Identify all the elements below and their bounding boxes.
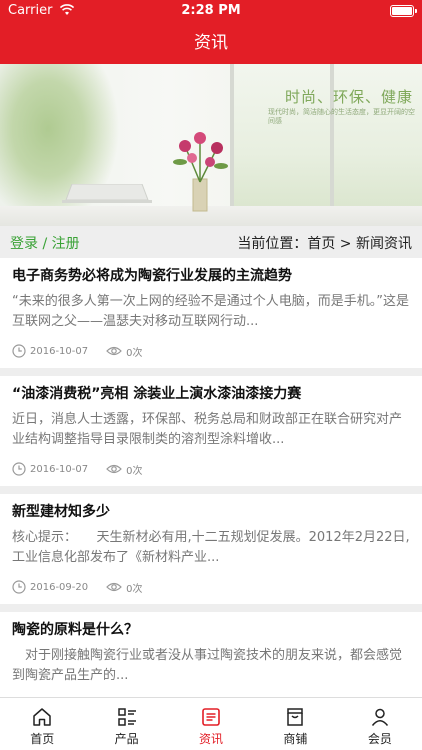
news-date: 2016-10-07: [30, 463, 89, 475]
tab-products[interactable]: 产品: [84, 698, 168, 750]
news-summary: 近日，消息人士透露，环保部、税务总局和财政部正在联合研究对产业结构调整指导目录限…: [12, 412, 403, 447]
tab-home[interactable]: 首页: [0, 698, 84, 750]
news-summary: 对于刚接触陶瓷行业或者没从事过陶瓷技术的朋友来说，都会感觉到陶瓷产品生产的...: [12, 648, 403, 683]
tab-label: 首页: [30, 732, 55, 746]
news-meta: 2016-10-07 0次: [12, 344, 143, 359]
tab-label: 产品: [114, 732, 139, 746]
clock-icon: [12, 344, 26, 358]
tab-member[interactable]: 会员: [338, 698, 422, 750]
login-register-link[interactable]: 登录 / 注册: [10, 233, 80, 253]
news-views: 0次: [126, 583, 143, 595]
grid-list-icon: [117, 708, 136, 726]
news-title: 电子商务势必将成为陶瓷行业发展的主流趋势: [12, 268, 292, 284]
breadcrumb-bar: 登录 / 注册 当前位置：首页 > 新闻资讯: [0, 226, 422, 258]
tab-label: 会员: [367, 732, 392, 746]
news-views: 0次: [126, 347, 143, 359]
news-title: “油漆消费税”亮相 涂装业上演水漆油漆接力赛: [12, 386, 302, 402]
tab-label: 商铺: [283, 732, 308, 746]
laptop-icon: [62, 184, 152, 203]
page-title: 资讯: [0, 22, 422, 64]
store-icon: [287, 708, 304, 726]
breadcrumb: 当前位置：首页 > 新闻资讯: [237, 236, 412, 252]
clock-icon: [12, 580, 26, 594]
news-item[interactable]: 新型建材知多少 核心提示： 天生新材必有用,十二五规划促发展。2012年2月22…: [0, 494, 422, 604]
eye-icon: [106, 582, 122, 592]
status-bar: Carrier 2:28 PM: [0, 0, 422, 22]
banner-headline: 时尚、环保、健康: [285, 88, 414, 106]
news-summary: 核心提示： 天生新材必有用,十二五规划促发展。2012年2月22日,工业信息化部…: [12, 530, 410, 565]
news-item[interactable]: “油漆消费税”亮相 涂装业上演水漆油漆接力赛 近日，消息人士透露，环保部、税务总…: [0, 376, 422, 486]
news-date: 2016-09-20: [30, 581, 89, 593]
user-icon: [371, 708, 388, 726]
eye-icon: [106, 464, 122, 474]
eye-icon: [106, 346, 122, 356]
news-views: 0次: [126, 465, 143, 477]
tab-label: 资讯: [199, 732, 224, 746]
news-date: 2016-10-07: [30, 345, 89, 357]
news-title: 新型建材知多少: [12, 504, 110, 520]
news-title: 陶瓷的原料是什么？: [12, 622, 138, 638]
banner-subline: 现代时尚，简洁随心的生活态度，更显开阔的空间感: [268, 108, 415, 125]
news-meta: 2016-10-07 0次: [12, 462, 143, 477]
news-item[interactable]: 电子商务势必将成为陶瓷行业发展的主流趋势 “未来的很多人第一次上网的经验不是通过…: [0, 258, 422, 368]
tab-store[interactable]: 商铺: [253, 698, 337, 750]
clock-icon: [12, 462, 26, 476]
tab-bar: 首页 产品 资讯 商铺 会员: [0, 697, 422, 750]
tab-news[interactable]: 资讯: [169, 698, 253, 750]
flower-vase-icon: [173, 132, 228, 212]
news-summary: “未来的很多人第一次上网的经验不是通过个人电脑，而是手机。”这是互联网之父——温…: [12, 294, 409, 329]
news-list: 电子商务势必将成为陶瓷行业发展的主流趋势 “未来的很多人第一次上网的经验不是通过…: [0, 258, 422, 730]
news-icon: [202, 708, 220, 726]
banner-image[interactable]: 时尚、环保、健康 现代时尚，简洁随心的生活态度，更显开阔的空间感: [0, 64, 422, 226]
home-icon: [33, 708, 51, 726]
battery-icon: [390, 5, 417, 17]
news-meta: 2016-09-20 0次: [12, 580, 143, 595]
clock: 2:28 PM: [181, 3, 241, 18]
